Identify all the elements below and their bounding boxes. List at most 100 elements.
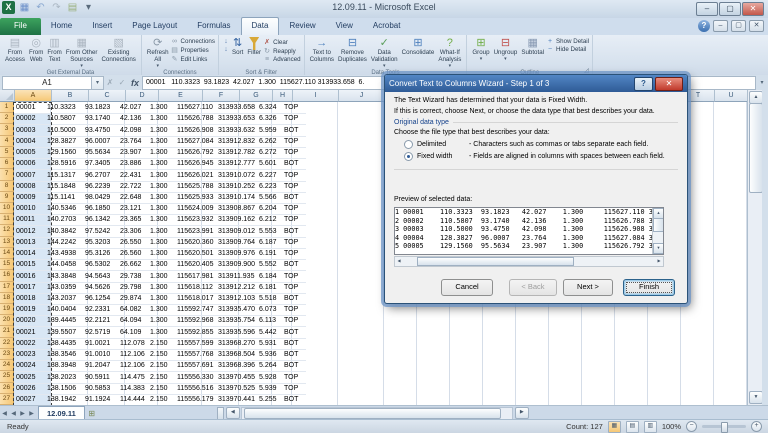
sort-az-icon-button[interactable]: ↓ xyxy=(222,38,230,45)
filter-button[interactable]: Filter xyxy=(245,36,263,58)
row-header-1[interactable]: 1 xyxy=(0,102,14,113)
preview-box[interactable]: 1 00001 110.3323 93.1823 42.027 1.300 11… xyxy=(394,207,664,255)
tab-split-handle[interactable] xyxy=(216,406,224,420)
row-header-12[interactable]: 12 xyxy=(0,225,14,237)
cancel-entry-icon[interactable]: ✗ xyxy=(104,78,116,87)
normal-view-icon[interactable]: ▦ xyxy=(607,420,621,433)
tab-file[interactable]: File xyxy=(0,18,41,35)
column-header-I[interactable]: I xyxy=(293,90,339,102)
group-button[interactable]: ⊞ Group ▾ xyxy=(470,36,491,63)
subtotal-button[interactable]: ▦ Subtotal xyxy=(519,36,546,58)
dialog-titlebar[interactable]: Convert Text to Columns Wizard - Step 1 … xyxy=(385,75,687,92)
confirm-entry-icon[interactable]: ✓ xyxy=(116,78,128,87)
tab-page-layout[interactable]: Page Layout xyxy=(122,18,187,35)
horizontal-scrollbar[interactable] xyxy=(240,406,513,420)
close-button[interactable]: ✕ xyxy=(742,2,764,16)
from-access-button[interactable]: ▤ From Access xyxy=(3,36,27,65)
refresh-all-button[interactable]: ⟳ Refresh All ▾ xyxy=(145,36,171,70)
first-sheet-icon[interactable]: ◀ xyxy=(0,410,9,417)
radio-icon[interactable] xyxy=(404,140,413,149)
scroll-down-icon[interactable]: ▼ xyxy=(749,391,763,404)
column-header-B[interactable]: B xyxy=(52,90,89,102)
column-header-E[interactable]: E xyxy=(159,90,203,102)
row-header-10[interactable]: 10 xyxy=(0,203,14,214)
row-header-26[interactable]: 26 xyxy=(0,383,14,394)
advanced-button[interactable]: ≡ Advanced xyxy=(263,56,301,63)
what-if-analysis-button[interactable]: ? What-If Analysis ▾ xyxy=(436,36,463,70)
row-header-21[interactable]: 21 xyxy=(0,326,14,338)
row-header-5[interactable]: 5 xyxy=(0,147,14,158)
zoom-out-icon[interactable]: − xyxy=(686,421,697,432)
sort-button[interactable]: ⇅ Sort xyxy=(230,36,245,58)
row-header-11[interactable]: 11 xyxy=(0,214,14,225)
row-header-27[interactable]: 27 xyxy=(0,394,14,405)
from-web-button[interactable]: ◎ From Web xyxy=(27,36,45,65)
column-header-F[interactable]: F xyxy=(203,90,240,102)
zoom-slider[interactable] xyxy=(702,422,746,433)
zoom-slider-thumb[interactable] xyxy=(721,422,728,433)
row-header-9[interactable]: 9 xyxy=(0,192,14,203)
select-all-corner[interactable] xyxy=(0,90,15,102)
column-header-J[interactable]: J xyxy=(339,90,385,102)
tab-insert[interactable]: Insert xyxy=(82,18,122,35)
tab-home[interactable]: Home xyxy=(41,18,82,35)
row-header-13[interactable]: 13 xyxy=(0,237,14,248)
hscroll-left-icon[interactable]: ◀ xyxy=(225,407,240,419)
column-header-H[interactable]: H xyxy=(273,90,293,102)
row-header-18[interactable]: 18 xyxy=(0,293,14,304)
from-other-sources-button[interactable]: ▦ From Other Sources ▾ xyxy=(64,36,100,70)
radio-delimited[interactable]: Delimited - Characters such as commas or … xyxy=(404,140,678,149)
preview-vscroll-thumb[interactable] xyxy=(653,218,663,232)
row-header-2[interactable]: 2 xyxy=(0,113,14,124)
row-header-3[interactable]: 3 xyxy=(0,124,14,136)
next-sheet-icon[interactable]: ▶ xyxy=(18,410,27,417)
name-box[interactable]: A1 xyxy=(2,75,92,90)
show-detail-button[interactable]: + Show Detail xyxy=(546,38,589,45)
page-break-view-icon[interactable]: ▥ xyxy=(643,420,657,433)
ungroup-button[interactable]: ⊟ Ungroup ▾ xyxy=(492,36,520,63)
horizontal-scroll-thumb[interactable] xyxy=(243,407,501,419)
restore-button[interactable]: ▢ xyxy=(719,2,741,16)
finish-button[interactable]: Finish xyxy=(623,279,675,296)
row-header-8[interactable]: 8 xyxy=(0,181,14,192)
row-header-4[interactable]: 4 xyxy=(0,136,14,147)
preview-vertical-scrollbar[interactable]: ▲ ▼ xyxy=(652,208,663,254)
clear-button[interactable]: ✗ Clear xyxy=(263,38,301,47)
column-header-C[interactable]: C xyxy=(89,90,126,102)
tab-data[interactable]: Data xyxy=(240,17,280,35)
remove-duplicates-button[interactable]: ⊟ Remove Duplicates xyxy=(336,36,369,65)
reapply-button[interactable]: ↻ Reapply xyxy=(263,47,301,56)
insert-function-icon[interactable]: fx xyxy=(128,78,142,88)
connections-button[interactable]: ∞ Connections xyxy=(171,38,215,45)
row-header-17[interactable]: 17 xyxy=(0,282,14,293)
row-header-14[interactable]: 14 xyxy=(0,248,14,259)
data-validation-button[interactable]: ✓ Data Validation ▾ xyxy=(369,36,400,70)
row-header-24[interactable]: 24 xyxy=(0,360,14,371)
workbook-restore-icon[interactable]: ▢ xyxy=(731,20,746,32)
last-sheet-icon[interactable]: ▶ xyxy=(27,410,36,417)
dialog-close-icon[interactable]: ✕ xyxy=(655,76,683,91)
workbook-minimize-icon[interactable]: – xyxy=(713,20,728,32)
tab-formulas[interactable]: Formulas xyxy=(187,18,240,35)
row-header-25[interactable]: 25 xyxy=(0,371,14,383)
existing-connections-button[interactable]: ▧ Existing Connections xyxy=(99,36,137,65)
zoom-in-icon[interactable]: + xyxy=(751,421,762,432)
vertical-scrollbar[interactable]: ▲ ▼ xyxy=(747,90,763,405)
name-box-dropdown-icon[interactable]: ▾ xyxy=(92,75,104,90)
column-header-A[interactable]: A xyxy=(15,90,52,102)
preview-horizontal-scrollbar[interactable]: ◀ ▶ xyxy=(394,256,664,267)
workbook-close-icon[interactable]: ✕ xyxy=(749,20,764,32)
tab-acrobat[interactable]: Acrobat xyxy=(363,18,411,35)
text-to-columns-button[interactable]: → Text to Columns xyxy=(308,36,336,65)
preview-scroll-down-icon[interactable]: ▼ xyxy=(653,243,663,254)
row-header-23[interactable]: 23 xyxy=(0,349,14,360)
help-icon[interactable]: ? xyxy=(698,20,710,32)
from-text-button[interactable]: ▥ From Text xyxy=(45,36,63,65)
consolidate-button[interactable]: ⊞ Consolidate xyxy=(400,36,437,58)
expand-formula-bar-icon[interactable]: ▾ xyxy=(756,79,768,86)
next-button[interactable]: Next > xyxy=(563,279,613,296)
row-header-20[interactable]: 20 xyxy=(0,315,14,326)
column-header-D[interactable]: D xyxy=(126,90,159,102)
preview-hscroll-thumb[interactable] xyxy=(417,257,574,266)
row-header-15[interactable]: 15 xyxy=(0,259,14,270)
